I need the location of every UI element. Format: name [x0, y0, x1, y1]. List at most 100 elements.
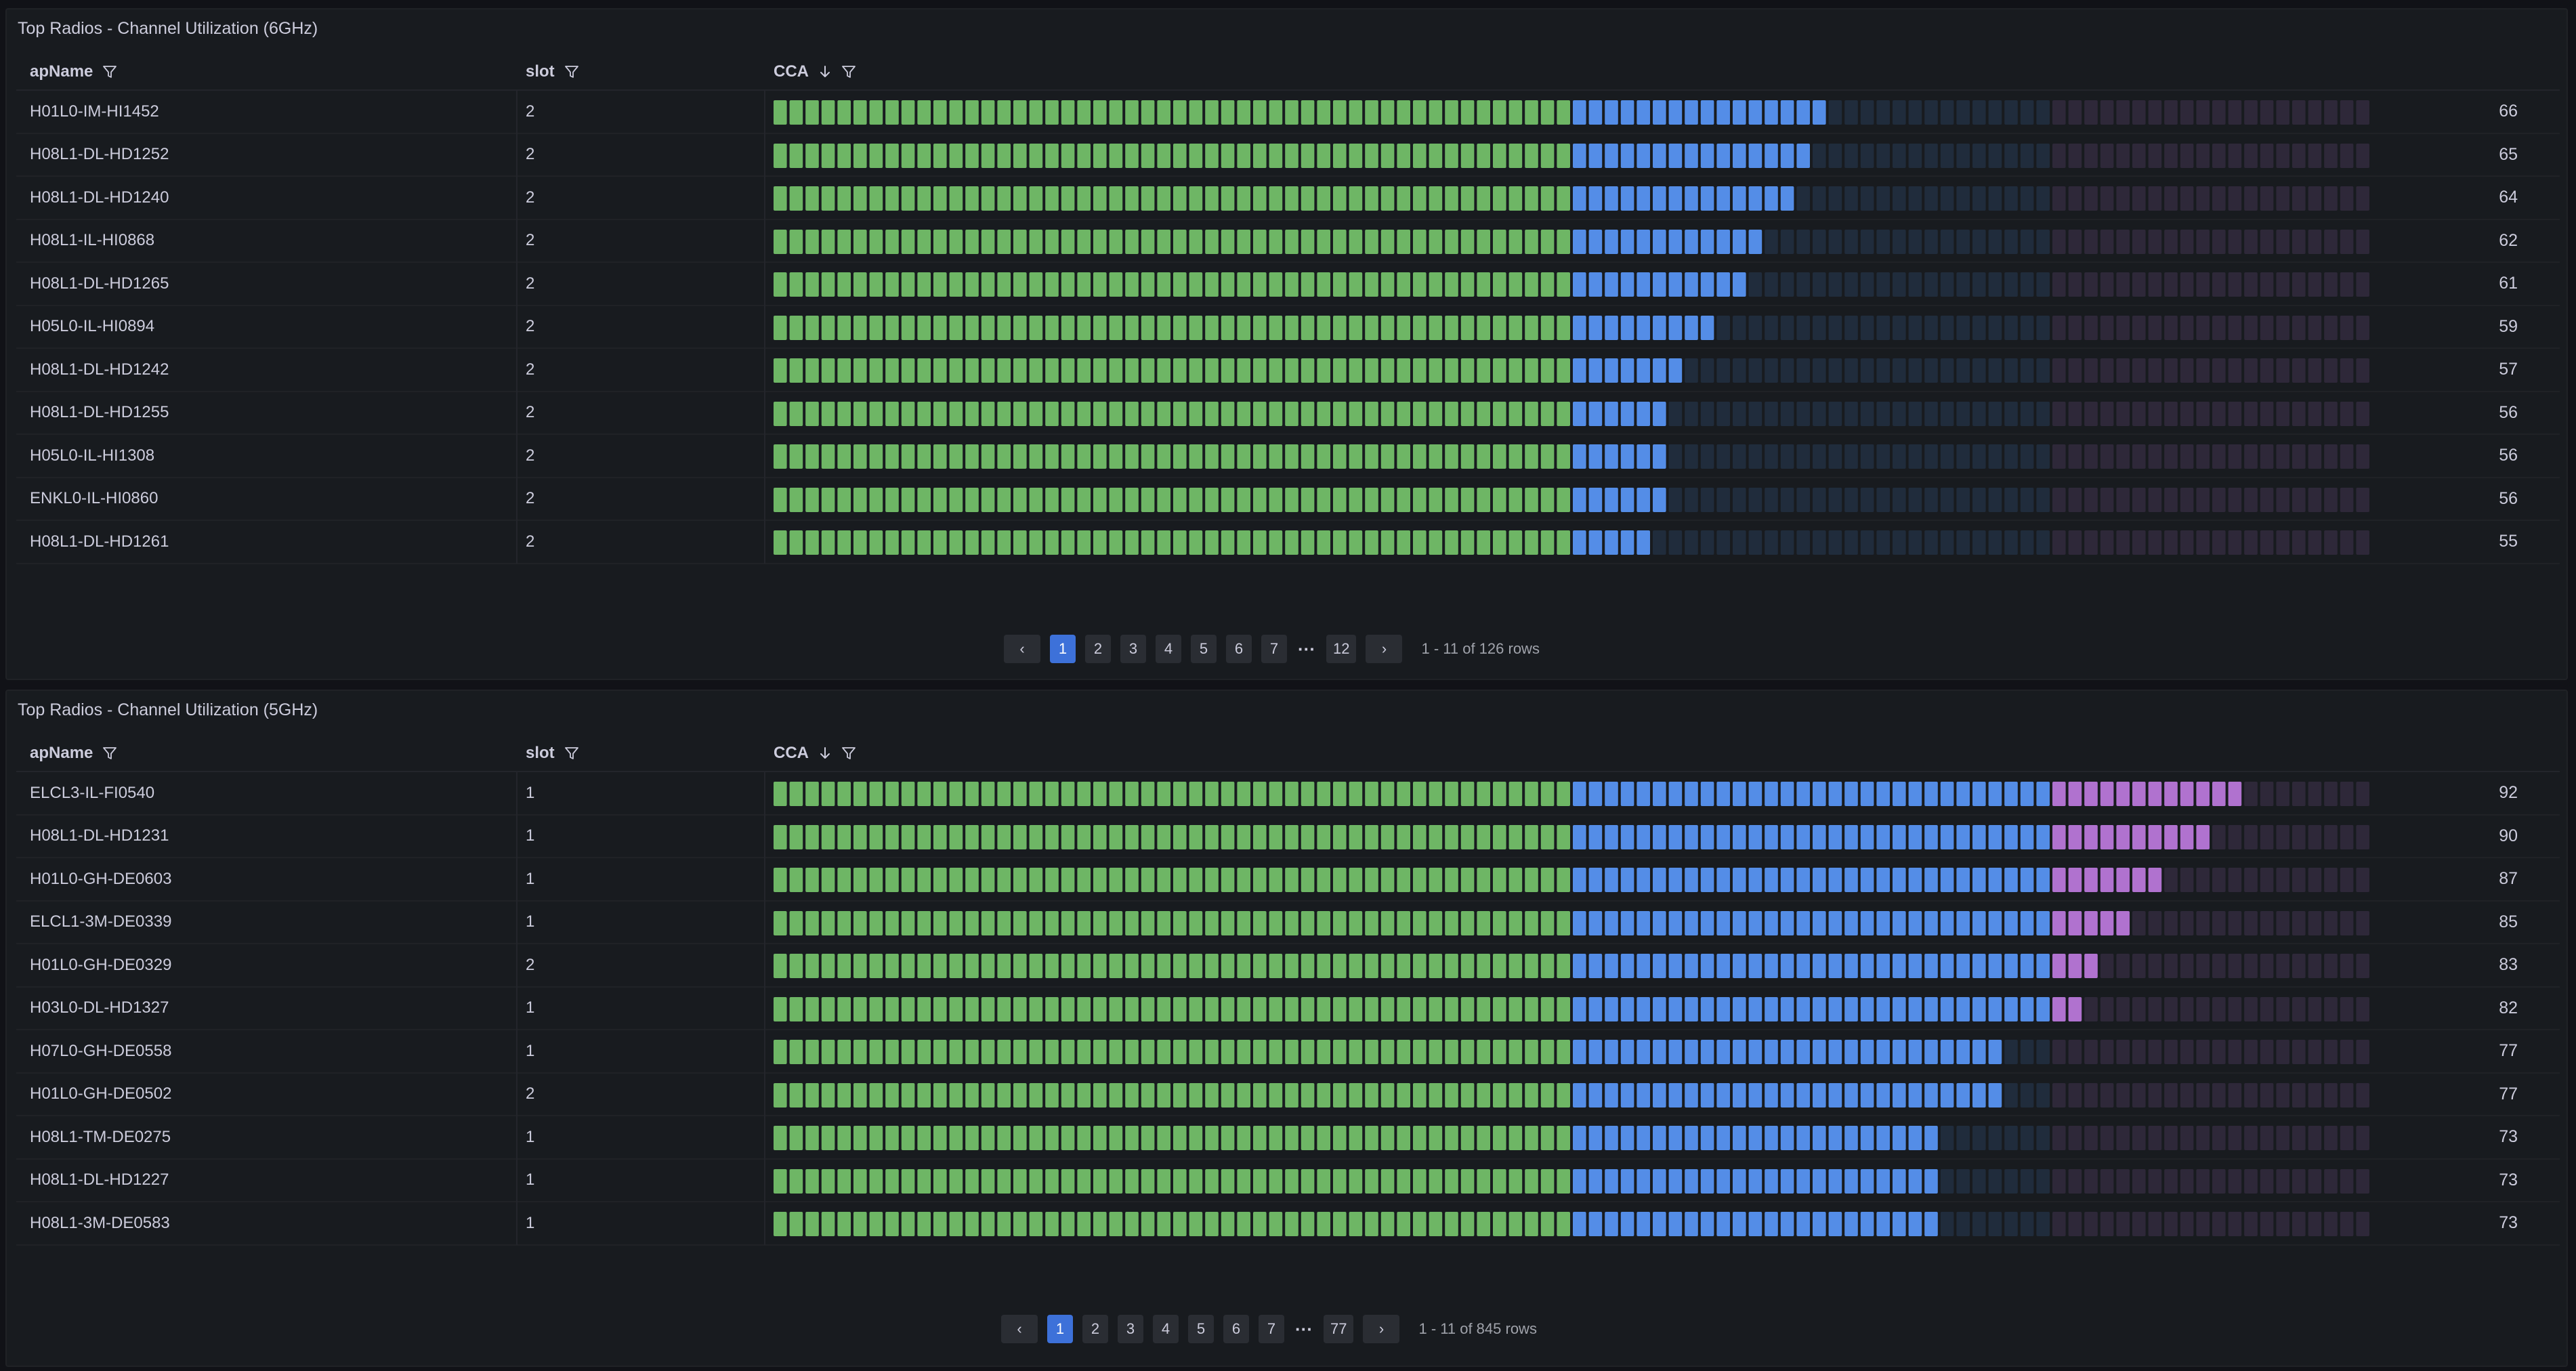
table-row[interactable]: H07L0-GH-DE0558 1 77 — [16, 1030, 2560, 1074]
column-header-apname[interactable]: apName — [30, 734, 117, 772]
page-button[interactable]: 7 — [1261, 635, 1287, 663]
column-header-cca[interactable]: CCA — [774, 53, 856, 91]
table-row[interactable]: H01L0-IM-HI1452 2 66 — [16, 91, 2560, 134]
cell-apname: H01L0-IM-HI1452 — [30, 102, 159, 121]
cell-slot: 1 — [526, 1127, 535, 1146]
page-button[interactable]: 5 — [1188, 1315, 1214, 1343]
last-page-button[interactable]: 77 — [1324, 1315, 1354, 1343]
cell-apname: H08L1-DL-HD1231 — [30, 826, 169, 845]
table-row[interactable]: ELCL3-IL-FI0540 1 92 — [16, 772, 2560, 816]
cell-cca-gauge — [774, 143, 2372, 168]
table-row[interactable]: H08L1-DL-HD1227 1 73 — [16, 1160, 2560, 1202]
cell-slot: 2 — [526, 317, 535, 336]
cell-cca-gauge — [774, 272, 2372, 297]
cell-slot: 2 — [526, 532, 535, 551]
cell-cca-gauge — [774, 444, 2372, 469]
filter-icon[interactable] — [841, 746, 856, 761]
next-page-button[interactable]: › — [1363, 1315, 1400, 1343]
cell-cca-value: 87 — [2499, 869, 2518, 889]
last-page-button[interactable]: 12 — [1326, 635, 1357, 663]
cell-apname: H08L1-DL-HD1252 — [30, 145, 169, 164]
cell-slot: 2 — [526, 360, 535, 379]
table-row[interactable]: ENKL0-IL-HI0860 2 56 — [16, 478, 2560, 521]
column-header-label: slot — [526, 62, 555, 81]
cca-gauge — [774, 315, 2369, 340]
cell-cca-value: 62 — [2499, 230, 2518, 250]
table-row[interactable]: ELCL1-3M-DE0339 1 85 — [16, 902, 2560, 944]
cell-slot: 2 — [526, 274, 535, 293]
table-row[interactable]: H08L1-DL-HD1242 2 57 — [16, 349, 2560, 392]
column-header-label: CCA — [774, 62, 809, 81]
cell-slot: 2 — [526, 102, 535, 121]
cca-gauge — [774, 143, 2369, 168]
column-header-apname[interactable]: apName — [30, 53, 117, 91]
table-row[interactable]: H08L1-DL-HD1240 2 64 — [16, 177, 2560, 220]
table-row[interactable]: H08L1-IL-HI0868 2 62 — [16, 220, 2560, 263]
column-header-slot[interactable]: slot — [526, 734, 579, 772]
cell-cca-gauge — [774, 401, 2372, 426]
table-row[interactable]: H05L0-IL-HI0894 2 59 — [16, 306, 2560, 349]
panel-5ghz: Top Radios - Channel Utilization (5GHz) … — [5, 690, 2568, 1367]
cell-slot: 2 — [526, 188, 535, 207]
prev-page-button[interactable]: ‹ — [1004, 635, 1040, 663]
table-row[interactable]: H08L1-3M-DE0583 1 73 — [16, 1202, 2560, 1246]
cell-apname: H08L1-IL-HI0868 — [30, 231, 155, 250]
radios-table: apName slot CCA ELCL3-IL-FI0540 1 92 H08L1-… — [16, 734, 2560, 1246]
cell-cca-gauge — [774, 100, 2372, 125]
cell-apname: H08L1-DL-HD1227 — [30, 1170, 169, 1189]
cell-cca-value: 64 — [2499, 188, 2518, 207]
pagination-ellipsis: ··· — [1298, 638, 1315, 659]
cell-slot: 1 — [526, 912, 535, 931]
page-button[interactable]: 4 — [1156, 635, 1181, 663]
cca-gauge — [774, 1126, 2369, 1150]
cell-cca-value: 73 — [2499, 1213, 2518, 1233]
cell-cca-value: 82 — [2499, 998, 2518, 1017]
column-header-slot[interactable]: slot — [526, 53, 579, 91]
cell-cca-value: 83 — [2499, 955, 2518, 975]
table-row[interactable]: H08L1-DL-HD1231 1 90 — [16, 816, 2560, 858]
table-row[interactable]: H01L0-GH-DE0502 2 77 — [16, 1074, 2560, 1116]
page-button[interactable]: 7 — [1259, 1315, 1284, 1343]
column-header-cca[interactable]: CCA — [774, 734, 856, 772]
page-button[interactable]: 2 — [1082, 1315, 1108, 1343]
cell-cca-gauge — [774, 487, 2372, 512]
filter-icon[interactable] — [564, 746, 579, 761]
page-button[interactable]: 6 — [1226, 635, 1252, 663]
cell-apname: ELCL1-3M-DE0339 — [30, 912, 172, 931]
filter-icon[interactable] — [564, 64, 579, 79]
prev-page-button[interactable]: ‹ — [1001, 1315, 1038, 1343]
page-button[interactable]: 1 — [1050, 635, 1076, 663]
page-button[interactable]: 3 — [1120, 635, 1146, 663]
sort-descending-icon[interactable] — [818, 64, 832, 79]
table-row[interactable]: H05L0-IL-HI1308 2 56 — [16, 435, 2560, 478]
page-button[interactable]: 1 — [1047, 1315, 1073, 1343]
filter-icon[interactable] — [841, 64, 856, 79]
page-button[interactable]: 4 — [1153, 1315, 1179, 1343]
cell-slot: 2 — [526, 1084, 535, 1103]
cca-gauge — [774, 868, 2369, 892]
page-button[interactable]: 5 — [1191, 635, 1217, 663]
cell-slot: 1 — [526, 1213, 535, 1232]
cell-apname: H05L0-IL-HI1308 — [30, 446, 155, 465]
filter-icon[interactable] — [102, 746, 117, 761]
page-button[interactable]: 3 — [1118, 1315, 1143, 1343]
next-page-button[interactable]: › — [1366, 635, 1403, 663]
page-button[interactable]: 2 — [1085, 635, 1111, 663]
table-row[interactable]: H08L1-DL-HD1261 2 55 — [16, 521, 2560, 564]
table-row[interactable]: H08L1-DL-HD1252 2 65 — [16, 134, 2560, 177]
column-header-label: slot — [526, 744, 555, 762]
cell-cca-value: 56 — [2499, 402, 2518, 422]
sort-descending-icon[interactable] — [818, 746, 832, 761]
filter-icon[interactable] — [102, 64, 117, 79]
table-row[interactable]: H03L0-DL-HD1327 1 82 — [16, 988, 2560, 1030]
table-row[interactable]: H08L1-DL-HD1265 2 61 — [16, 263, 2560, 306]
cell-cca-value: 90 — [2499, 826, 2518, 845]
page-button[interactable]: 6 — [1223, 1315, 1249, 1343]
cell-apname: ELCL3-IL-FI0540 — [30, 783, 155, 802]
table-row[interactable]: H01L0-GH-DE0329 2 83 — [16, 944, 2560, 988]
table-row[interactable]: H01L0-GH-DE0603 1 87 — [16, 858, 2560, 902]
cell-cca-gauge — [774, 1212, 2372, 1236]
table-row[interactable]: H08L1-DL-HD1255 2 56 — [16, 392, 2560, 435]
table-row[interactable]: H08L1-TM-DE0275 1 73 — [16, 1116, 2560, 1160]
cell-slot: 2 — [526, 446, 535, 465]
